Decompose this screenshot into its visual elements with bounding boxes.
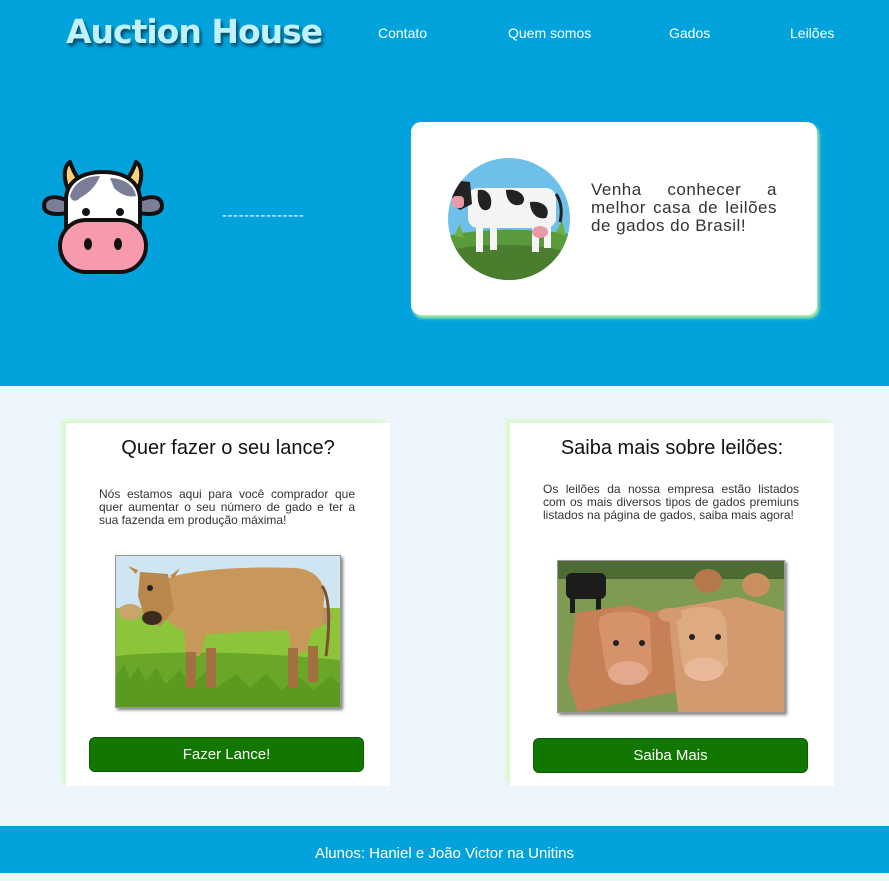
cow-illustration-icon (448, 158, 570, 280)
footer: Alunos: Haniel e João Victor na Unitins (0, 826, 889, 873)
saiba-mais-button[interactable]: Saiba Mais (533, 738, 808, 773)
divider-dashes: --------------- (222, 207, 305, 224)
cow-face-icon (40, 156, 166, 278)
fazer-lance-button[interactable]: Fazer Lance! (89, 737, 364, 772)
bid-card-title: Quer fazer o seu lance? (121, 437, 335, 459)
auction-info-card-description: Os leilões da nossa empresa estão listad… (543, 482, 799, 522)
auction-info-card-title: Saiba mais sobre leilões: (560, 437, 784, 459)
hero-section: Auction House Contato Quem somos Gados L… (0, 0, 889, 386)
footer-text: Alunos: Haniel e João Victor na Unitins (314, 845, 575, 862)
jersey-cow-photo (115, 555, 341, 708)
nav-gados[interactable]: Gados (669, 25, 710, 41)
brown-cattle-photo (557, 560, 785, 713)
nav-leiloes[interactable]: Leilões (790, 25, 834, 41)
nav-contato[interactable]: Contato (378, 25, 427, 41)
nav-quem-somos[interactable]: Quem somos (508, 25, 591, 41)
intro-card: Venha conhecer a melhor casa de leilões … (411, 122, 817, 315)
bid-card-description: Nós estamos aqui para você comprador que… (99, 487, 355, 527)
site-title[interactable]: Auction House (66, 12, 323, 51)
auction-info-card: Saiba mais sobre leilões: Os leilões da … (510, 423, 834, 786)
bid-card: Quer fazer o seu lance? Nós estamos aqui… (66, 423, 390, 786)
intro-text: Venha conhecer a melhor casa de leilões … (591, 180, 777, 235)
